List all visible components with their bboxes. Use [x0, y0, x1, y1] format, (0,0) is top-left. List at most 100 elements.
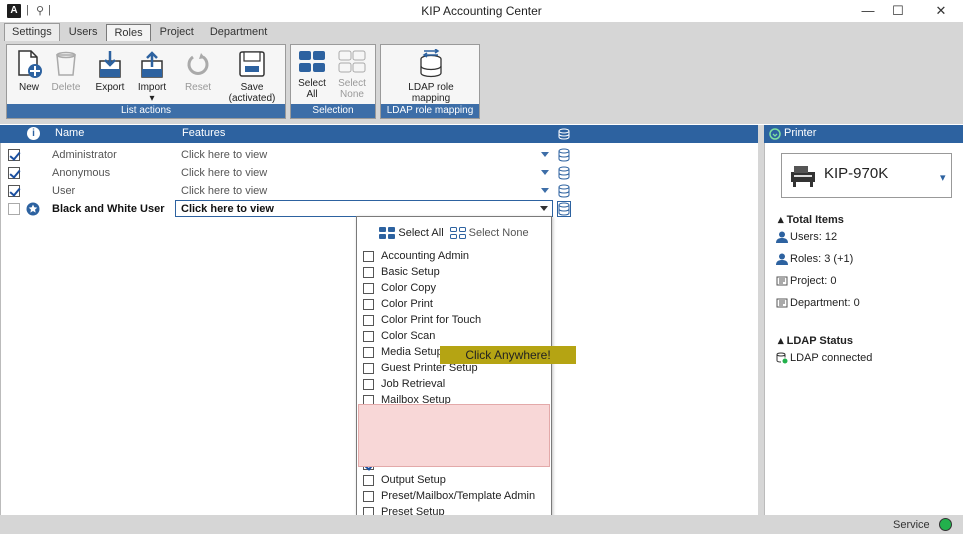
row-checkbox[interactable] [8, 185, 20, 197]
feature-list-item[interactable]: Basic Setup [357, 265, 551, 281]
select-none-link[interactable]: Select None [449, 227, 529, 239]
chevron-down-icon[interactable] [541, 188, 549, 193]
feature-label: Color Copy [381, 282, 437, 294]
tab-settings[interactable]: Settings [4, 23, 60, 41]
database-icon [420, 49, 442, 78]
export-button[interactable]: Export [93, 49, 127, 93]
collapse-icon[interactable]: ▴ [778, 335, 784, 347]
feature-list-item[interactable]: Color Print for Touch [357, 313, 551, 329]
export-icon [99, 51, 121, 78]
tab-roles[interactable]: Roles [106, 24, 151, 41]
table-row[interactable]: Anonymous Click here to view [1, 164, 759, 182]
chevron-down-icon[interactable]: ▾ [940, 171, 946, 184]
ldap-role-mapping-button[interactable]: LDAP role mapping [399, 49, 463, 104]
reset-icon [187, 53, 209, 75]
trash-icon [56, 51, 76, 76]
ldap-label: LDAP role mapping [381, 104, 479, 118]
feature-checkbox[interactable] [363, 267, 374, 278]
tab-project[interactable]: Project [153, 24, 201, 41]
feature-checkbox[interactable] [363, 315, 374, 326]
feature-list-item[interactable]: Job Retrieval [357, 377, 551, 393]
feature-list-item[interactable]: Output Setup [357, 473, 551, 489]
feature-label: Color Print for Touch [381, 314, 482, 326]
select-all-icon [379, 227, 396, 239]
feature-checkbox[interactable] [363, 491, 374, 502]
project-icon [776, 276, 788, 286]
features-link[interactable]: Click here to view [181, 203, 274, 215]
department-count: Department: 0 [790, 297, 860, 309]
role-icon [776, 253, 788, 265]
feature-checkbox[interactable] [363, 299, 374, 310]
column-name[interactable]: Name [55, 127, 84, 139]
tab-department[interactable]: Department [203, 24, 274, 41]
features-combobox[interactable]: Click here to view [175, 200, 553, 217]
chevron-down-icon[interactable] [541, 170, 549, 175]
import-button[interactable]: Import ▾ [135, 49, 169, 104]
ribbon-tabs: Settings Users Roles Project Department [0, 22, 963, 41]
feature-checkbox[interactable] [363, 251, 374, 262]
feature-checkbox[interactable] [363, 283, 374, 294]
service-label: Service [893, 519, 930, 531]
feature-checkbox[interactable] [363, 347, 374, 358]
select-all-link[interactable]: Select All [379, 227, 444, 239]
refresh-icon[interactable] [769, 128, 781, 140]
ldap-status-heading[interactable]: ▴ LDAP Status [778, 334, 853, 347]
chevron-down-icon[interactable] [541, 152, 549, 157]
list-actions-group: New Delete Export Import ▾ Reset Save (a… [6, 44, 286, 119]
column-features[interactable]: Features [182, 127, 225, 139]
click-anywhere-tooltip[interactable]: Click Anywhere! [440, 346, 576, 364]
feature-list-item[interactable]: Preset/Mailbox/Template Admin [357, 489, 551, 505]
table-row[interactable]: Administrator Click here to view [1, 146, 759, 164]
printer-name: KIP-970K [824, 165, 889, 182]
import-dropdown-arrow[interactable]: ▾ [149, 93, 154, 104]
close-button[interactable]: ✕ [923, 1, 959, 21]
selected-features-highlight [358, 404, 550, 467]
database-icon[interactable] [558, 166, 570, 180]
maximize-button[interactable]: ☐ [880, 1, 916, 21]
database-icon[interactable] [558, 148, 570, 162]
total-items-heading[interactable]: ▴ Total Items [778, 213, 844, 226]
new-icon [18, 50, 42, 78]
features-link[interactable]: Click here to view [181, 185, 267, 197]
features-link[interactable]: Click here to view [181, 167, 267, 179]
reset-button[interactable]: Reset [183, 49, 213, 93]
feature-list-item[interactable]: Color Print [357, 297, 551, 313]
tab-users[interactable]: Users [62, 24, 105, 41]
users-count: Users: 12 [790, 231, 838, 243]
collapse-icon[interactable]: ▴ [778, 214, 784, 226]
select-none-button[interactable]: Select None [335, 49, 369, 100]
select-all-button[interactable]: Select All [295, 49, 329, 100]
project-count: Project: 0 [790, 275, 837, 287]
row-checkbox[interactable] [8, 203, 20, 215]
title-bar: A | ⚲ | KIP Accounting Center — ☐ ✕ [0, 0, 963, 22]
feature-label: Media Setup [381, 346, 443, 358]
row-checkbox[interactable] [8, 167, 20, 179]
feature-checkbox[interactable] [363, 363, 374, 374]
table-row[interactable]: User Click here to view [1, 182, 759, 200]
feature-list-item[interactable]: Color Copy [357, 281, 551, 297]
feature-list-item[interactable]: Accounting Admin [357, 249, 551, 265]
new-button[interactable]: New [14, 49, 44, 93]
row-checkbox[interactable] [8, 149, 20, 161]
selection-label: Selection [291, 104, 375, 118]
window-title: KIP Accounting Center [421, 4, 542, 18]
import-icon [141, 51, 163, 78]
printer-icon [791, 166, 815, 187]
features-link[interactable]: Click here to view [181, 149, 267, 161]
info-icon: i [27, 127, 40, 140]
printer-selector[interactable]: KIP-970K ▾ [781, 153, 952, 198]
database-icon[interactable] [558, 184, 570, 198]
delete-button[interactable]: Delete [51, 49, 81, 93]
feature-checkbox[interactable] [363, 379, 374, 390]
new-role-star-icon [26, 202, 40, 216]
feature-list-item[interactable]: Color Scan [357, 329, 551, 345]
feature-label: Basic Setup [381, 266, 440, 278]
feature-checkbox[interactable] [363, 475, 374, 486]
database-icon[interactable] [557, 201, 571, 217]
feature-checkbox[interactable] [363, 331, 374, 342]
select-none-icon [449, 227, 466, 239]
select-all-icon [299, 51, 325, 72]
ldap-connected-status: LDAP connected [790, 352, 873, 364]
chevron-down-icon[interactable] [540, 206, 548, 211]
database-column-icon [558, 128, 570, 140]
